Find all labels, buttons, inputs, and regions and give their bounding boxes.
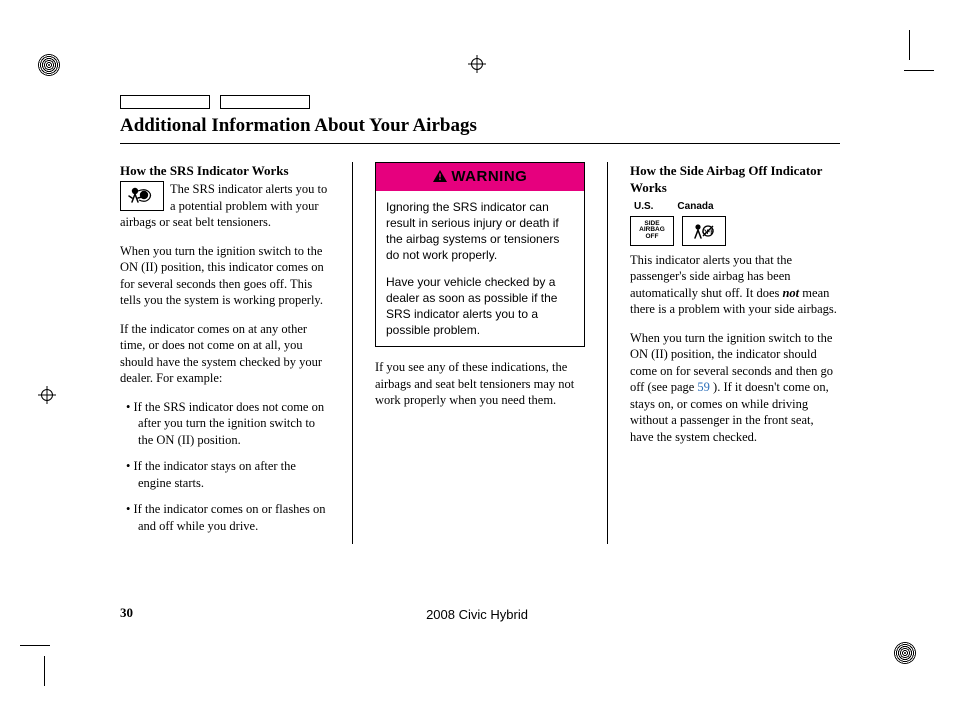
- col2-after: If you see any of these indications, the…: [375, 359, 585, 409]
- col1-list: If the SRS indicator does not come on af…: [120, 399, 330, 535]
- page-title: Additional Information About Your Airbag…: [120, 115, 840, 137]
- col1-p3: If the indicator comes on at any other t…: [120, 321, 330, 387]
- col3-p1: This indicator alerts you that the passe…: [630, 252, 840, 318]
- col1-li2: If the indicator stays on after the engi…: [126, 458, 330, 491]
- emphasis-not: not: [782, 286, 799, 300]
- col1-p2: When you turn the ignition switch to the…: [120, 243, 330, 309]
- page-reference-link[interactable]: 59: [697, 380, 710, 394]
- page-body: Additional Information About Your Airbag…: [120, 95, 840, 544]
- col3-heading: How the Side Airbag Off Indicator Works: [630, 162, 840, 196]
- footer-model: 2008 Civic Hybrid: [0, 607, 954, 622]
- column-3: How the Side Airbag Off Indicator Works …: [630, 162, 840, 544]
- title-rule: [120, 143, 840, 144]
- column-1: How the SRS Indicator Works The SRS indi…: [120, 162, 330, 544]
- side-airbag-off-text: SIDE AIRBAG OFF: [639, 221, 665, 241]
- col1-li1: If the SRS indicator does not come on af…: [126, 399, 330, 449]
- region-us-label: U.S.: [634, 200, 653, 213]
- col1-li3: If the indicator comes on or flashes on …: [126, 501, 330, 534]
- warning-box: WARNING Ignoring the SRS indicator can r…: [375, 162, 585, 347]
- column-divider-1: [352, 162, 353, 544]
- column-divider-2: [607, 162, 608, 544]
- srs-indicator-icon: [120, 181, 164, 211]
- header-placeholder-boxes: [120, 95, 840, 109]
- warning-p1: Ignoring the SRS indicator can result in…: [386, 199, 574, 264]
- svg-text:OFF: OFF: [702, 230, 714, 236]
- warning-p2: Have your vehicle checked by a dealer as…: [386, 274, 574, 339]
- col1-heading: How the SRS Indicator Works: [120, 162, 330, 179]
- column-2: WARNING Ignoring the SRS indicator can r…: [375, 162, 585, 544]
- warning-heading: WARNING: [376, 163, 584, 191]
- col3-p2: When you turn the ignition switch to the…: [630, 330, 840, 446]
- side-airbag-off-canada-icon: OFF: [682, 216, 726, 246]
- region-canada-label: Canada: [677, 200, 713, 213]
- warning-label: WARNING: [451, 168, 527, 185]
- side-airbag-off-us-icon: SIDE AIRBAG OFF: [630, 216, 674, 246]
